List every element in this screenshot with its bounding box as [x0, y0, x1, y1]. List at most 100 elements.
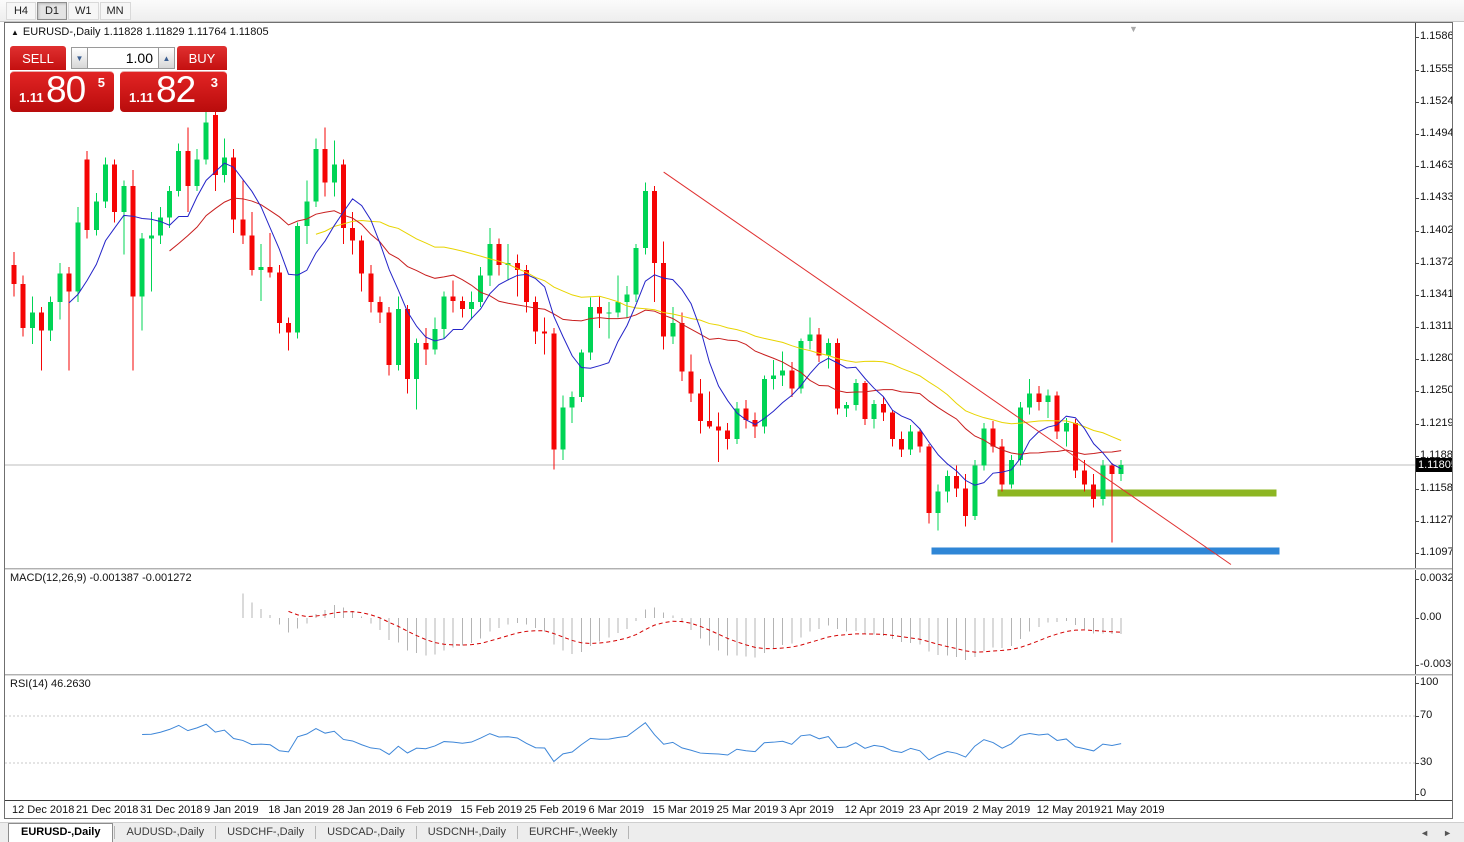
price-scale-label: 1.11275 [1420, 514, 1452, 526]
buy-price-small: 1.11 [129, 90, 154, 105]
macd-scale[interactable]: 0.003287 0.00 -0.003659 [1415, 570, 1452, 674]
price-scale-label: 1.15245 [1420, 95, 1452, 107]
volume-increase-button[interactable]: ▲ [158, 47, 175, 69]
target-band[interactable] [932, 547, 1280, 554]
price-scale-label: 1.14025 [1420, 224, 1452, 236]
date-axis-label: 15 Mar 2019 [653, 804, 715, 816]
price-chart-pane[interactable]: ▲ EURUSD-,Daily 1.11828 1.11829 1.11764 1… [5, 23, 1415, 568]
one-click-trading-widget: SELL ▼ ▲ BUY 1.11 80 5 1.11 82 3 [10, 46, 227, 112]
chart-tab-bar: EURUSD-,DailyAUDUSD-,DailyUSDCHF-,DailyU… [0, 822, 1464, 842]
date-axis-label: 21 May 2019 [1101, 804, 1165, 816]
sell-price-sup: 5 [98, 75, 105, 90]
macd-scale-label: 0.00 [1420, 611, 1441, 623]
current-price-tag: 1.11805 [1416, 458, 1452, 472]
tab-separator [114, 826, 115, 839]
tab-separator [215, 826, 216, 839]
chart-ohlc-values: 1.11828 1.11829 1.11764 1.11805 [104, 26, 269, 38]
price-scale-label: 1.10970 [1420, 546, 1452, 558]
price-scale-label: 1.13110 [1420, 320, 1452, 332]
timeframe-button-h4[interactable]: H4 [6, 2, 36, 20]
collapse-triangle-icon[interactable]: ▲ [11, 28, 19, 37]
rsi-line [142, 723, 1121, 762]
price-scale-label: 1.14635 [1420, 159, 1452, 171]
price-scale-label: 1.14940 [1420, 127, 1452, 139]
chart-symbol-label: EURUSD-,Daily [23, 26, 101, 38]
date-axis[interactable]: 12 Dec 201821 Dec 201831 Dec 20189 Jan 2… [5, 800, 1452, 818]
tab-separator [315, 826, 316, 839]
tabs-scroll-left-icon[interactable]: ◄ [1420, 828, 1429, 838]
scroll-to-end-icon[interactable]: ▼ [1129, 24, 1138, 34]
date-axis-label: 3 Apr 2019 [781, 804, 834, 816]
date-axis-label: 28 Jan 2019 [332, 804, 393, 816]
buy-button[interactable]: BUY [177, 46, 227, 70]
sell-price-big: 80 [46, 69, 85, 111]
price-scale[interactable]: 1.15860 1.15550 1.15245 1.14940 1.14635 1.143… [1415, 23, 1452, 568]
rsi-chart[interactable] [5, 676, 1415, 800]
macd-scale-label: 0.003287 [1420, 572, 1452, 584]
timeframe-toolbar: H4D1W1MN [0, 0, 1464, 22]
rsi-scale-label: 100 [1420, 676, 1438, 688]
price-scale-label: 1.13415 [1420, 288, 1452, 300]
date-axis-label: 6 Feb 2019 [396, 804, 452, 816]
sell-price-panel[interactable]: 1.11 80 5 [10, 71, 114, 112]
volume-input[interactable] [88, 47, 158, 69]
descending-trendline[interactable] [664, 172, 1231, 564]
date-axis-label: 25 Mar 2019 [717, 804, 779, 816]
ma-fast-line [69, 163, 1121, 485]
tab-separator [517, 826, 518, 839]
date-axis-label: 21 Dec 2018 [76, 804, 138, 816]
rsi-scale-label: 30 [1420, 756, 1432, 768]
rsi-scale-label: 70 [1420, 709, 1432, 721]
price-scale-label: 1.11580 [1420, 482, 1452, 494]
sell-price-small: 1.11 [19, 90, 44, 105]
macd-chart[interactable] [5, 570, 1415, 674]
chart-tab-usdchf[interactable]: USDCHF-,Daily [217, 824, 314, 841]
sell-button[interactable]: SELL [10, 46, 66, 70]
price-scale-label: 1.15860 [1420, 30, 1452, 42]
date-axis-label: 31 Dec 2018 [140, 804, 202, 816]
price-scale-label: 1.13720 [1420, 256, 1452, 268]
date-axis-label: 12 Dec 2018 [12, 804, 74, 816]
date-axis-label: 23 Apr 2019 [909, 804, 968, 816]
chart-tab-usdcnh[interactable]: USDCNH-,Daily [418, 824, 516, 841]
date-axis-label: 12 May 2019 [1037, 804, 1101, 816]
macd-scale-label: -0.003659 [1420, 658, 1452, 670]
rsi-scale[interactable]: 100 70 30 0 [1415, 676, 1452, 800]
support-band[interactable] [998, 489, 1277, 496]
price-scale-label: 1.15550 [1420, 63, 1452, 75]
price-scale-label: 1.12195 [1420, 417, 1452, 429]
tab-separator [628, 826, 629, 839]
macd-signal-line [289, 611, 1122, 652]
candles-layer [12, 112, 1124, 542]
chart-tab-usdcad[interactable]: USDCAD-,Daily [317, 824, 415, 841]
timeframe-button-w1[interactable]: W1 [68, 2, 99, 20]
macd-label: MACD(12,26,9) -0.001387 -0.001272 [10, 572, 192, 584]
buy-price-panel[interactable]: 1.11 82 3 [120, 71, 227, 112]
rsi-label: RSI(14) 46.2630 [10, 678, 91, 690]
buy-price-sup: 3 [211, 75, 218, 90]
rsi-pane[interactable]: RSI(14) 46.2630 [5, 676, 1415, 800]
timeframe-button-d1[interactable]: D1 [37, 2, 67, 20]
chart-window: ▲ EURUSD-,Daily 1.11828 1.11829 1.11764 1… [4, 22, 1453, 819]
date-axis-label: 2 May 2019 [973, 804, 1030, 816]
chart-background-layer [5, 465, 1415, 554]
buy-price-big: 82 [156, 69, 195, 111]
date-axis-label: 9 Jan 2019 [204, 804, 258, 816]
date-axis-label: 15 Feb 2019 [460, 804, 522, 816]
date-axis-label: 18 Jan 2019 [268, 804, 329, 816]
chart-tab-audusd[interactable]: AUDUSD-,Daily [116, 824, 214, 841]
chart-title: ▲ EURUSD-,Daily 1.11828 1.11829 1.11764 1… [11, 26, 269, 38]
chart-tab-eurchf[interactable]: EURCHF-,Weekly [519, 824, 627, 841]
date-axis-label: 6 Mar 2019 [588, 804, 644, 816]
price-scale-label: 1.14330 [1420, 191, 1452, 203]
date-axis-label: 12 Apr 2019 [845, 804, 904, 816]
tabs-scroll-right-icon[interactable]: ► [1443, 828, 1452, 838]
volume-decrease-button[interactable]: ▼ [71, 47, 88, 69]
date-axis-label: 25 Feb 2019 [524, 804, 586, 816]
timeframe-button-mn[interactable]: MN [100, 2, 131, 20]
chart-tab-eurusd[interactable]: EURUSD-,Daily [8, 823, 113, 842]
rsi-scale-label: 0 [1420, 787, 1426, 799]
tab-separator [416, 826, 417, 839]
macd-pane[interactable]: MACD(12,26,9) -0.001387 -0.001272 [5, 570, 1415, 674]
price-scale-label: 1.12805 [1420, 352, 1452, 364]
